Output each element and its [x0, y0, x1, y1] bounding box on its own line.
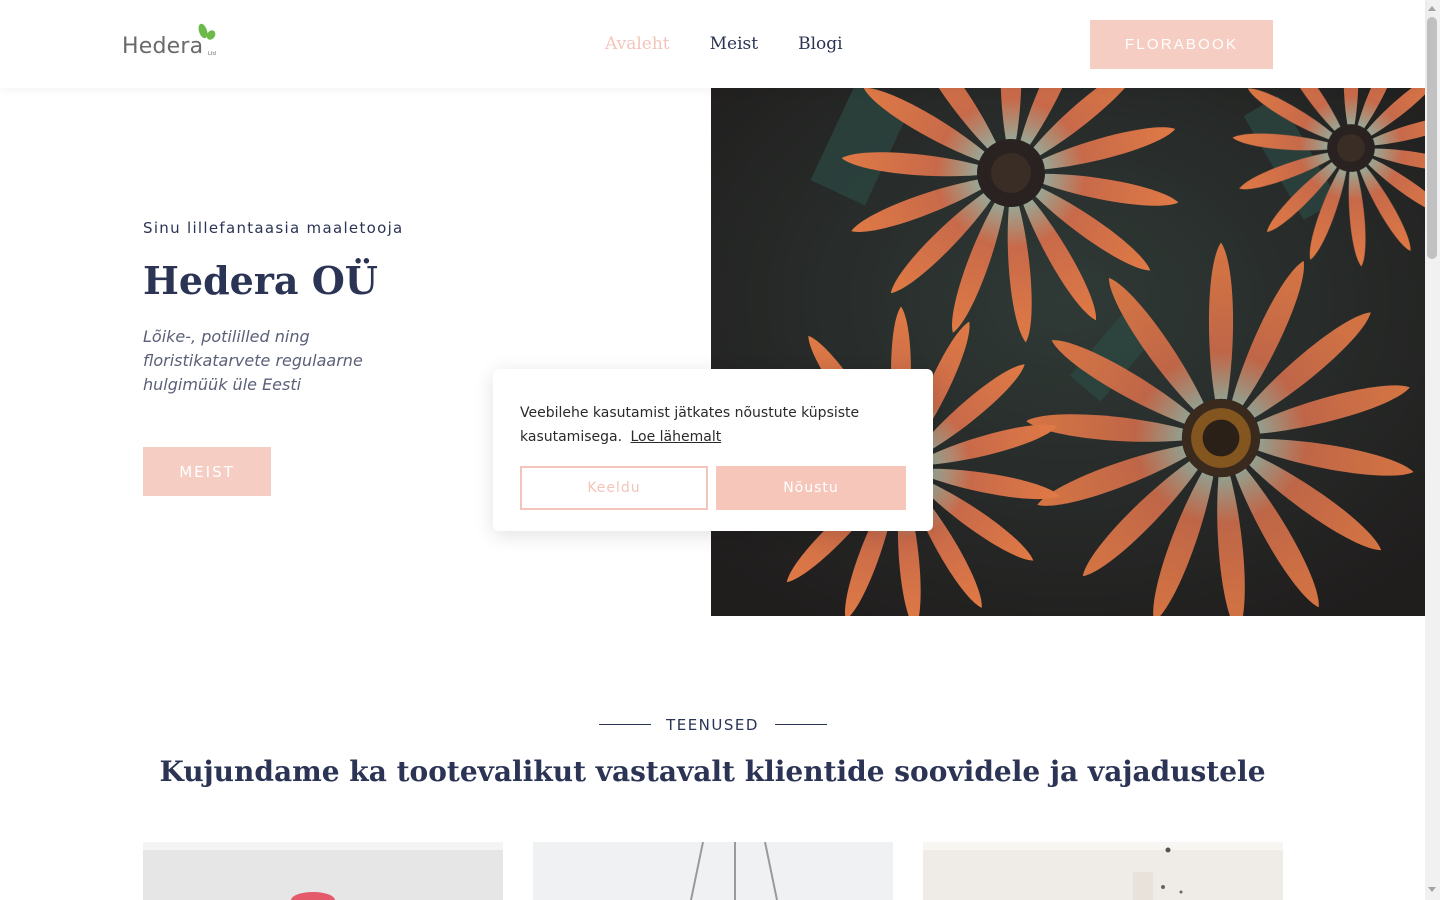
service-card-2[interactable]	[533, 842, 893, 900]
about-button[interactable]: MEIST	[143, 447, 271, 496]
cookie-accept-button[interactable]: Nõustu	[716, 466, 906, 510]
logo-subtext: Ltd	[208, 51, 216, 57]
service-card-1[interactable]	[143, 842, 503, 900]
nav-link-blog[interactable]: Blogi	[798, 34, 842, 54]
chevron-down-icon[interactable]	[1428, 887, 1436, 892]
service-card-3[interactable]	[923, 842, 1283, 900]
logo[interactable]: Hedera Ltd	[122, 22, 222, 62]
cookie-decline-button[interactable]: Keeldu	[520, 466, 708, 510]
service-card-image	[143, 842, 503, 900]
services-title: Kujundame ka tootevalikut vastavalt klie…	[159, 755, 1266, 788]
main-nav: Avaleht Meist Blogi	[605, 34, 843, 54]
service-card-image	[533, 842, 893, 900]
florabook-button[interactable]: FLORABOOK	[1090, 20, 1273, 69]
site-header: Hedera Ltd Avaleht Meist Blogi FLORABOOK	[0, 0, 1425, 88]
cookie-read-more-link[interactable]: Loe lähemalt	[630, 429, 721, 445]
flower-illustration	[711, 88, 1425, 616]
cookie-banner: Veebilehe kasutamist jätkates nõustute k…	[493, 369, 933, 531]
scrollbar-thumb[interactable]	[1427, 17, 1437, 259]
nav-link-about[interactable]: Meist	[710, 34, 758, 54]
nav-link-home[interactable]: Avaleht	[605, 34, 670, 54]
hero-flower-image	[711, 88, 1425, 616]
hero-description: Lõike-, potililled ning floristikatarvet…	[143, 327, 363, 394]
chevron-up-icon[interactable]	[1428, 6, 1436, 11]
leaf-icon	[198, 23, 216, 40]
hero-kicker: Sinu lillefantaasia maaletooja	[143, 219, 404, 237]
logo-wordmark: Hedera	[122, 34, 204, 59]
cookie-text-block: Veebilehe kasutamist jätkates nõustute k…	[520, 401, 890, 449]
service-card-image	[923, 842, 1283, 900]
services-kicker: TEENUSED	[666, 716, 759, 734]
hero-title: Hedera OÜ	[143, 258, 378, 303]
